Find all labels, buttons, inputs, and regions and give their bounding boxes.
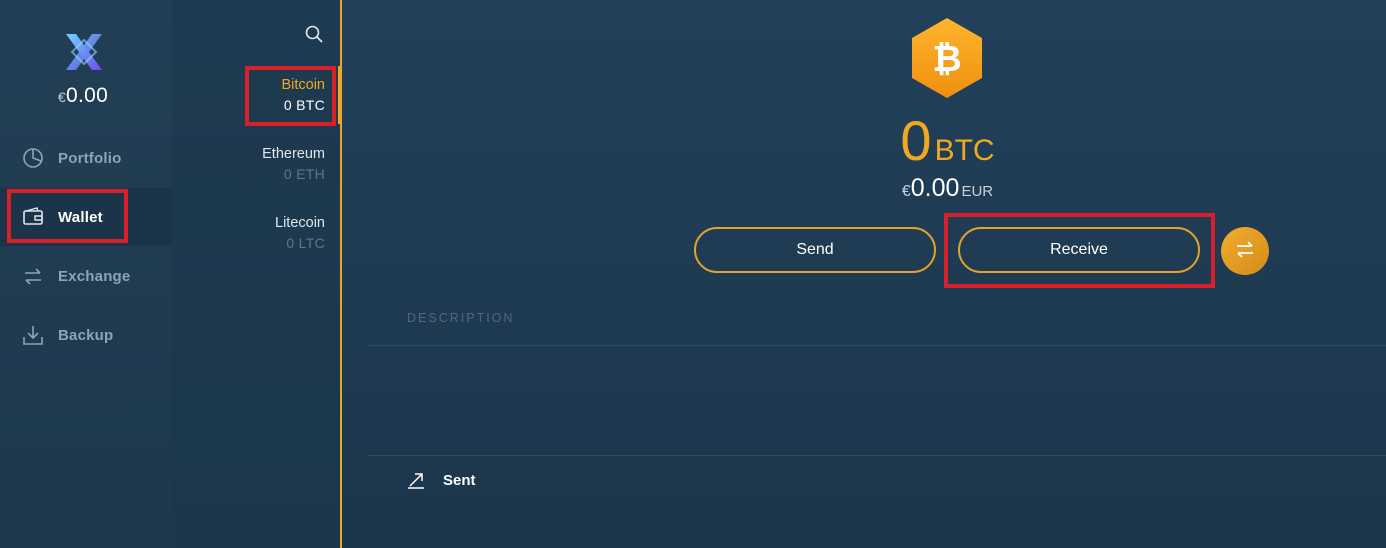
transaction-type-label: Sent [443, 471, 476, 489]
asset-amount: 0 ETH [283, 166, 325, 182]
total-balance: €0.00 [0, 84, 166, 108]
divider [367, 455, 1386, 456]
asset-item-litecoin[interactable]: Litecoin 0 LTC [172, 213, 340, 271]
exchange-arrows-icon [1234, 238, 1256, 265]
nav-item-backup[interactable]: Backup [0, 306, 172, 364]
bitcoin-icon: ₿ [908, 16, 986, 100]
fiat-value: 0.00 [910, 174, 960, 202]
asset-amount: 0 LTC [286, 235, 325, 251]
search-icon[interactable] [305, 25, 323, 43]
exchange-arrows-icon [22, 265, 44, 287]
sidebar-nav: €0.00 Portfolio Wallet Exchange Backup [0, 0, 172, 548]
divider [367, 345, 1386, 346]
fiat-unit: EUR [961, 183, 994, 200]
pie-chart-icon [22, 147, 44, 169]
transaction-row[interactable]: Sent [407, 468, 476, 492]
nav-item-wallet[interactable]: Wallet [0, 188, 172, 246]
wallet-icon [22, 206, 44, 228]
wallet-main-panel: ₿ 0 BTC €0.00 EUR Send Receive DESCRIPTION… [342, 0, 1386, 548]
nav-item-label: Backup [58, 326, 114, 344]
fiat-symbol: € [901, 183, 911, 200]
coin-balance-value: 0 [900, 109, 931, 172]
coin-balance: 0 BTC [342, 108, 1386, 173]
nav-item-exchange[interactable]: Exchange [0, 247, 172, 305]
receive-button[interactable]: Receive [958, 227, 1200, 273]
asset-amount: 0 BTC [283, 97, 325, 113]
nav-item-label: Portfolio [58, 149, 122, 167]
exchange-button[interactable] [1221, 227, 1269, 275]
nav-item-label: Exchange [58, 267, 131, 285]
asset-name: Ethereum [262, 146, 325, 162]
nav-item-portfolio[interactable]: Portfolio [0, 129, 172, 187]
asset-list: Bitcoin 0 BTC Ethereum 0 ETH Litecoin 0 … [172, 0, 341, 548]
send-button[interactable]: Send [694, 227, 936, 273]
coin-balance-unit: BTC [934, 134, 995, 167]
sent-arrow-icon [407, 471, 425, 489]
balance-value: 0.00 [66, 84, 109, 107]
svg-text:₿: ₿ [932, 38, 961, 79]
exodus-logo-icon [62, 30, 106, 74]
asset-name: Litecoin [275, 215, 325, 231]
asset-item-ethereum[interactable]: Ethereum 0 ETH [172, 144, 340, 202]
balance-currency-symbol: € [57, 89, 66, 105]
fiat-balance: €0.00 EUR [342, 174, 1386, 203]
asset-item-bitcoin[interactable]: Bitcoin 0 BTC [172, 75, 340, 133]
download-icon [22, 324, 44, 346]
nav-item-label: Wallet [58, 208, 103, 226]
description-column-header: DESCRIPTION [407, 311, 515, 325]
asset-name: Bitcoin [281, 77, 325, 93]
